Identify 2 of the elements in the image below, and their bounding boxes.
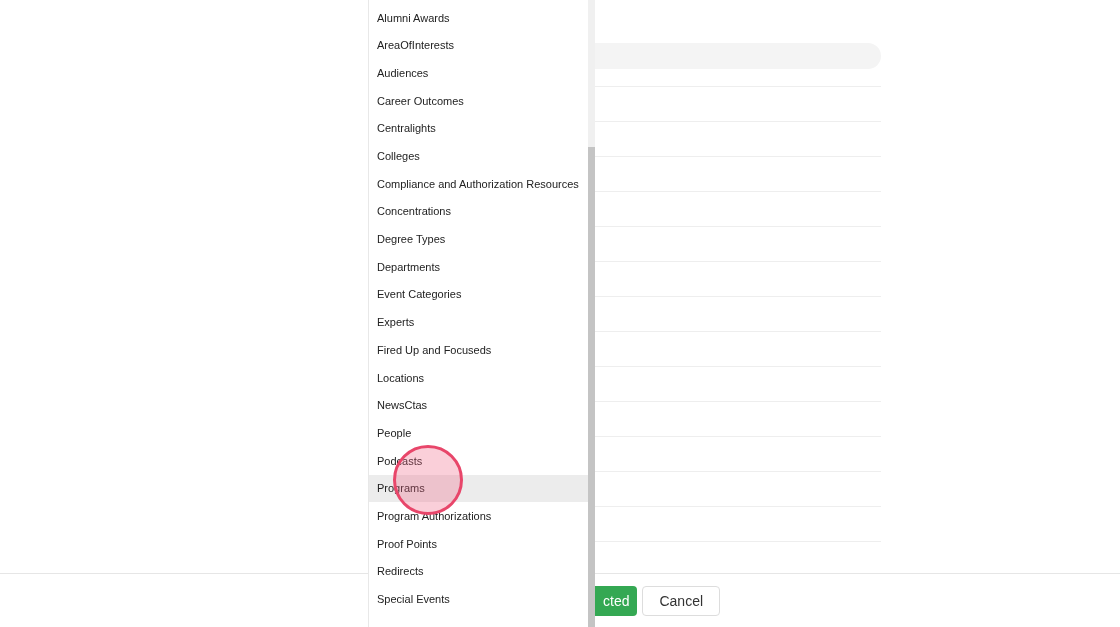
cancel-button[interactable]: Cancel: [642, 586, 721, 616]
scrollbar[interactable]: [588, 0, 595, 627]
